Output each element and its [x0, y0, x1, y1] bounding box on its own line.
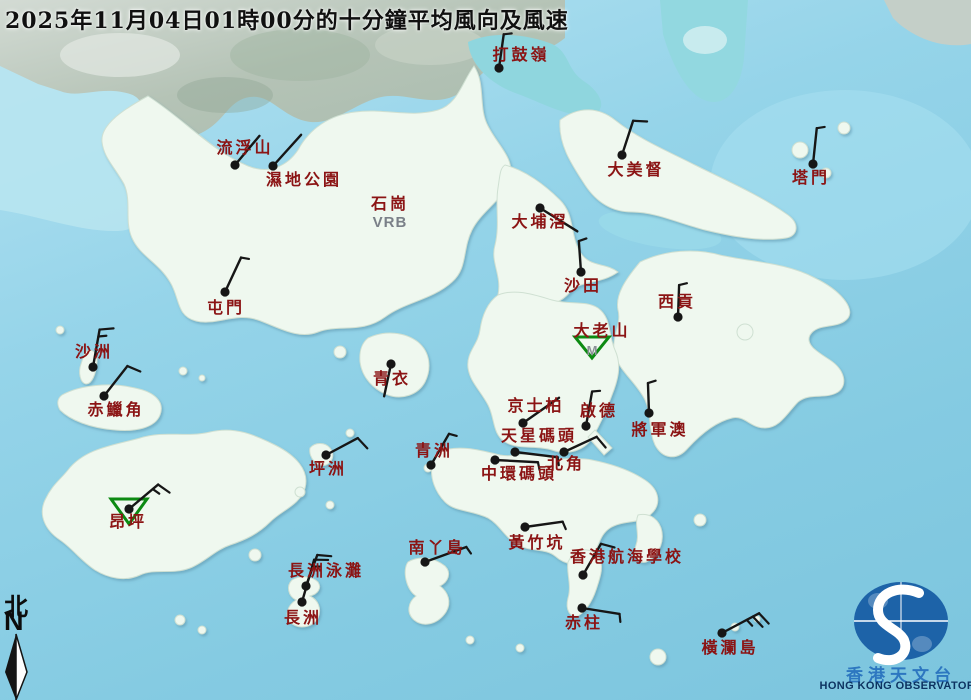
wind-barb-feather-half	[592, 391, 600, 392]
station-dot	[321, 450, 330, 459]
corner-land	[884, 0, 971, 45]
station-dot	[535, 203, 544, 212]
station-waglan-island	[717, 613, 768, 637]
station-dot	[673, 312, 682, 321]
hko-wind-map-screen: M 2025年11月04日01時00分的十分鐘平均風向及風速 北 N 香港天文台…	[0, 0, 971, 700]
wind-barb-feather-full	[317, 555, 331, 556]
wind-barb-feather-half	[241, 258, 249, 259]
wind-barb-feather-half	[579, 238, 587, 241]
station-dot	[490, 455, 499, 464]
station-dot	[617, 150, 626, 159]
wind-barb-feather-full	[127, 366, 140, 371]
mirs-bay-water	[710, 90, 971, 280]
missing-data-marker: M	[587, 343, 598, 358]
wind-barb-feather-full	[633, 121, 647, 122]
station-dot	[386, 359, 395, 368]
station-lamma-island	[420, 547, 471, 567]
wind-barb-feather-half	[98, 336, 106, 337]
station-dot	[576, 267, 585, 276]
wind-barb-stem	[235, 136, 259, 165]
station-dot	[577, 603, 586, 612]
wind-barb-feather-half	[504, 33, 512, 34]
station-dot	[494, 63, 503, 72]
station-dot	[426, 460, 435, 469]
wind-barb-feather-half	[558, 457, 559, 465]
wind-barb-stem	[582, 608, 620, 614]
wind-barb-stem	[678, 285, 679, 317]
station-stanley	[577, 603, 620, 622]
wind-barb-feather-full	[759, 613, 769, 623]
station-dot	[220, 287, 229, 296]
wind-barb-feather-full	[100, 328, 114, 329]
station-dot	[297, 597, 306, 606]
hk-map-graphic: M	[0, 0, 971, 700]
wind-barb-feather-full	[358, 438, 368, 448]
station-dot	[644, 408, 653, 417]
wind-barb-stem	[326, 438, 358, 455]
wind-barb-feather-full	[601, 544, 615, 548]
station-dot	[559, 447, 568, 456]
wind-barb-feather-half	[747, 620, 752, 626]
compass-needle	[5, 634, 27, 700]
station-dot	[124, 504, 133, 513]
station-dot	[510, 447, 519, 456]
station-dot	[420, 557, 429, 566]
station-dot	[520, 522, 529, 531]
station-dot	[808, 159, 817, 168]
station-dot	[88, 362, 97, 371]
station-dot	[581, 421, 590, 430]
yantian-land	[468, 35, 601, 115]
wind-barb-feather-half	[817, 127, 825, 128]
hko-logo-icon	[854, 582, 948, 660]
wind-barb-stem	[425, 547, 466, 562]
station-dot	[578, 570, 587, 579]
wind-barb-feather-half	[466, 547, 471, 554]
station-dot	[518, 418, 527, 427]
wind-barb-feather-half	[449, 434, 457, 436]
station-dot	[268, 161, 277, 170]
station-sha-chau	[88, 328, 113, 371]
station-dot	[99, 391, 108, 400]
station-dot	[230, 160, 239, 169]
wind-barb-feather-half	[620, 614, 621, 622]
station-dot	[717, 628, 726, 637]
